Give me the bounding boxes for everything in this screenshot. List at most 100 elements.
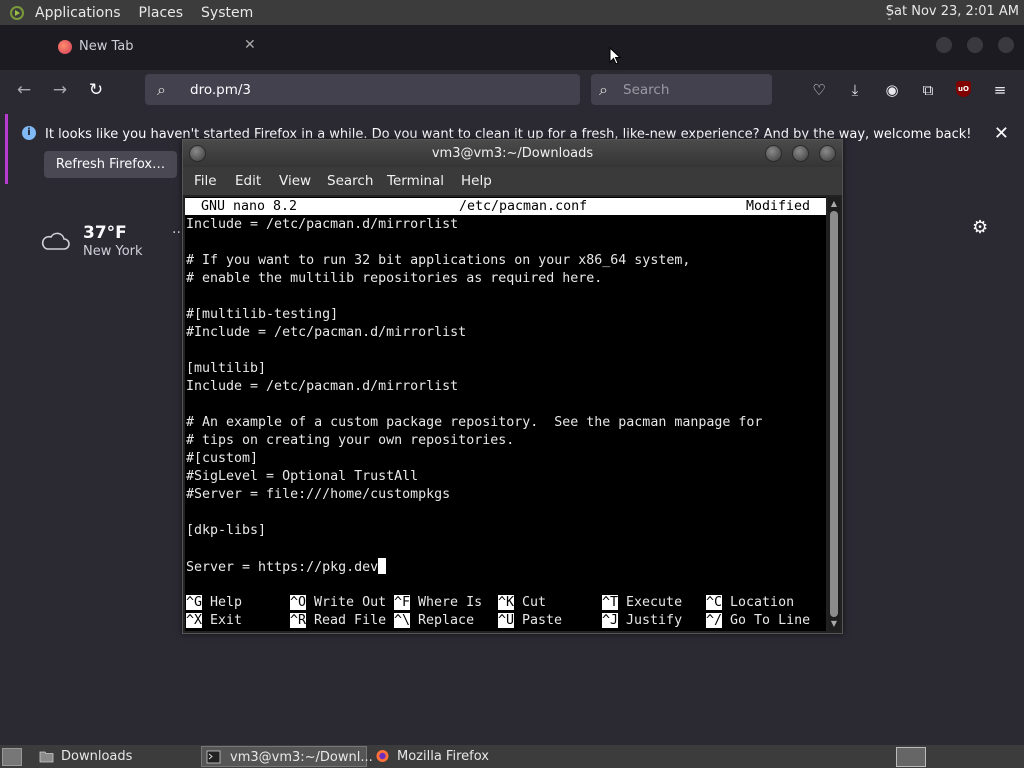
firefox-icon [376,750,389,762]
tab-close-icon[interactable]: ✕ [244,37,256,53]
menu-applications[interactable]: Applications [26,5,130,21]
buffer-line: #[multilib-testing] [186,307,339,322]
buffer-line [186,234,762,252]
buffer-line: Include = /etc/pacman.d/mirrorlist [186,379,459,394]
terminal-scrollbar[interactable]: ▲ ▼ [828,197,840,631]
url-bar[interactable]: ⌕ dro.pm/3 [145,74,580,105]
shortcut-where-is[interactable]: ^F Where Is [394,594,482,612]
shortcut-replace[interactable]: ^\ Replace [394,612,474,630]
terminal-close-button[interactable] [819,145,836,162]
shortcut-key: ^\ [394,613,411,628]
downloads-icon[interactable]: ⤓ [845,80,865,100]
terminal-maximize-button[interactable] [792,145,809,162]
shortcut-location[interactable]: ^C Location [706,594,794,612]
shortcut-key: ^K [498,595,515,610]
buffer-line: [dkp-libs] [186,523,267,538]
task-firefox[interactable]: Mozilla Firefox [371,746,541,767]
search-bar[interactable]: ⌕ [591,74,772,105]
task-downloads[interactable]: Downloads [35,746,197,767]
nano-header: GNU nano 8.2 /etc/pacman.conf Modified [185,198,826,215]
tab-new-tab[interactable]: New Tab ✕ [42,32,268,62]
back-arrow-icon[interactable]: ← [13,79,35,101]
buffer-line [186,540,762,558]
shortcut-exit[interactable]: ^X Exit [186,612,242,630]
minimize-button[interactable] [936,37,952,53]
buffer-line: #SigLevel = Optional TrustAll [186,469,419,484]
applications-logo-icon[interactable] [10,5,24,20]
reload-icon[interactable]: ↻ [85,79,107,101]
account-icon[interactable]: ◉ [882,80,902,100]
menu-terminal[interactable]: Terminal [387,173,444,189]
shortcut-key: ^U [498,613,515,628]
scroll-up-icon[interactable]: ▲ [830,199,838,209]
nano-buffer[interactable]: Include = /etc/pacman.d/mirrorlist # If … [186,216,762,576]
weather-temperature: 37°F [83,223,127,243]
terminal-screen[interactable]: GNU nano 8.2 /etc/pacman.conf Modified I… [185,197,826,631]
shortcut-help[interactable]: ^G Help [186,594,242,612]
terminal-icon [206,750,221,764]
buffer-line: #Server = file:///home/custompkgs [186,487,451,502]
menu-edit[interactable]: Edit [235,173,261,189]
shortcut-label: Justify [626,613,683,628]
shortcut-label: Location [730,595,795,610]
shortcut-key: ^X [186,613,203,628]
forward-arrow-icon[interactable]: → [49,79,71,101]
shortcut-label: Exit [210,613,243,628]
shortcut-label: Replace [418,613,475,628]
shortcut-label: Where Is [418,595,483,610]
buffer-line: # If you want to run 32 bit applications… [186,253,691,268]
hamburger-menu-icon[interactable]: ≡ [990,80,1010,100]
shortcut-key: ^T [602,595,619,610]
close-window-button[interactable] [998,37,1014,53]
menu-places[interactable]: Places [130,5,193,21]
menu-help[interactable]: Help [461,173,492,189]
menu-system[interactable]: System [192,5,262,21]
window-menu-button[interactable] [189,145,206,162]
shortcut-paste[interactable]: ^U Paste [498,612,562,630]
top-panel: Applications Places System Sat Nov 23, 2… [0,0,1024,25]
shortcut-execute[interactable]: ^T Execute [602,594,682,612]
terminal-title[interactable]: vm3@vm3:~/Downloads [183,140,842,167]
workspace-switcher[interactable] [896,747,926,767]
shortcut-read-file[interactable]: ^R Read File [290,612,386,630]
buffer-line: # enable the multilib repositories as re… [186,271,603,286]
mouse-pointer-icon [609,47,621,65]
pocket-icon[interactable]: ♡ [809,80,829,100]
buffer-line: #Include = /etc/pacman.d/mirrorlist [186,325,467,340]
scroll-down-icon[interactable]: ▼ [830,619,838,629]
shortcut-cut[interactable]: ^K Cut [498,594,546,612]
menu-file[interactable]: File [194,173,217,189]
buffer-line: #[custom] [186,451,259,466]
menu-search[interactable]: Search [327,173,373,189]
shortcut-label: Paste [522,613,563,628]
shortcut-label: Read File [314,613,387,628]
ublock-origin-icon[interactable]: uO [956,81,971,97]
refresh-firefox-button[interactable]: Refresh Firefox… [44,151,177,178]
shortcut-key: ^G [186,595,203,610]
extensions-icon[interactable]: ⧉ [918,80,938,100]
menu-view[interactable]: View [279,173,311,189]
shortcut-justify[interactable]: ^J Justify [602,612,682,630]
terminal-minimize-button[interactable] [765,145,782,162]
text-cursor [378,558,387,574]
clock[interactable]: Sat Nov 23, 2:01 AM [886,4,1019,19]
scrollbar-thumb[interactable] [830,211,838,617]
shortcut-key: ^J [602,613,619,628]
shortcut-label: Write Out [314,595,387,610]
shortcut-go-to-line[interactable]: ^/ Go To Line [706,612,810,630]
info-icon: i [22,126,36,140]
task-terminal[interactable]: vm3@vm3:~/Downl... [201,746,373,767]
search-input[interactable] [621,80,765,100]
nano-modified-status: Modified [746,199,811,214]
bottom-panel: Downloads vm3@vm3:~/Downl... Mozilla Fir… [0,745,1024,768]
url-text[interactable]: dro.pm/3 [190,82,251,98]
nano-version: GNU nano 8.2 [201,199,298,214]
buffer-line: # tips on creating your own repositories… [186,433,515,448]
gear-icon[interactable]: ⚙ [972,217,988,238]
maximize-button[interactable] [967,37,983,53]
show-desktop-icon[interactable] [2,748,22,766]
shortcut-write-out[interactable]: ^O Write Out [290,594,386,612]
notification-close-icon[interactable]: ✕ [994,123,1009,144]
search-icon: ⌕ [599,80,608,99]
buffer-line [186,288,762,306]
